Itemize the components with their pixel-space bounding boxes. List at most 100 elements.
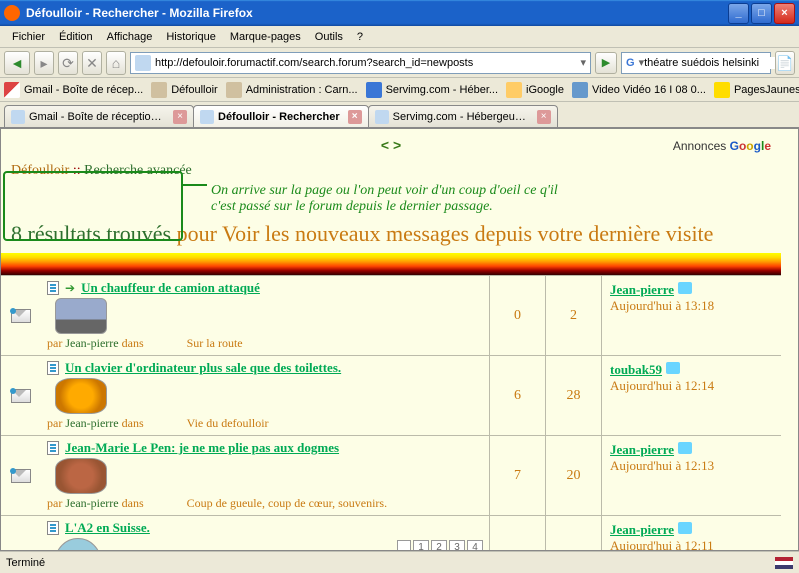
topic-thumbnail (55, 458, 107, 494)
menu-bookmarks[interactable]: Marque-pages (224, 29, 307, 45)
bookmark-admin[interactable]: Administration : Carn... (226, 82, 358, 98)
topic-title-link[interactable]: Jean-Marie Le Pen: je ne me plie pas aux… (65, 440, 339, 456)
pager: 1234 (397, 540, 483, 551)
post-icon (47, 281, 59, 295)
gmail-icon (4, 82, 20, 98)
category-link[interactable]: Sur la route (187, 336, 243, 350)
menu-edit[interactable]: Édition (53, 29, 99, 45)
google-icon: G (626, 57, 635, 69)
locale-flag-icon (775, 557, 793, 569)
back-button[interactable]: ◄ (4, 51, 30, 75)
last-author-link[interactable]: toubak59 (610, 362, 662, 377)
bookmark-gmail[interactable]: Gmail - Boîte de récep... (4, 82, 143, 98)
tab-strip: Gmail - Boîte de réception - defoullor..… (0, 102, 799, 128)
page-link[interactable]: 1 (413, 540, 429, 551)
bookmark-igoogle[interactable]: iGoogle (506, 82, 564, 98)
url-bar[interactable]: ▾ (130, 52, 591, 74)
bookmark-defoulloir[interactable]: Défoulloir (151, 82, 217, 98)
replies-cell: 0 (489, 276, 545, 355)
minimize-button[interactable]: _ (728, 3, 749, 24)
views-cell: 28 (545, 356, 601, 435)
last-author-link[interactable]: Jean-pierre (610, 282, 674, 297)
last-post-time: Aujourd'hui à 13:18 (610, 298, 773, 314)
tab-servimg[interactable]: Servimg.com - Hébergeur gratuit d'ima...… (368, 105, 558, 127)
site-icon (226, 82, 242, 98)
status-text: Terminé (6, 557, 45, 569)
maximize-button[interactable]: □ (751, 3, 772, 24)
tab-label: Défoulloir - Rechercher (218, 111, 340, 123)
goto-last-icon[interactable] (678, 282, 692, 294)
breadcrumb-site[interactable]: Défoulloir (11, 163, 69, 178)
author-link[interactable]: Jean-pierre (65, 336, 118, 350)
tab-close-icon[interactable]: × (348, 110, 362, 124)
search-input[interactable] (644, 57, 786, 69)
last-post-cell: Jean-pierre Aujourd'hui à 12:11 (601, 516, 781, 551)
topic-row: Un clavier d'ordinateur plus sale que de… (1, 355, 781, 435)
breadcrumb: Défoulloir :: Recherche avancée (11, 163, 771, 179)
goto-last-icon[interactable] (678, 522, 692, 534)
tab-defoulloir[interactable]: Défoulloir - Rechercher × (193, 105, 369, 127)
bookmark-label: iGoogle (526, 84, 564, 96)
replies-cell: 7 (489, 436, 545, 515)
stop-button[interactable]: ✕ (82, 51, 102, 75)
page-link[interactable]: 3 (449, 540, 465, 551)
close-button[interactable]: × (774, 3, 795, 24)
forward-button[interactable]: ▸ (34, 51, 54, 75)
page-viewport[interactable]: < > Annonces Google Défoulloir :: Recher… (0, 128, 799, 551)
menu-history[interactable]: Historique (160, 29, 222, 45)
search-box[interactable]: G▾ (621, 52, 771, 74)
goto-last-icon[interactable] (678, 442, 692, 454)
page-link[interactable]: 4 (467, 540, 483, 551)
reload-button[interactable]: ⟳ (58, 51, 78, 75)
home-button[interactable]: ⌂ (106, 51, 126, 75)
post-icon (47, 521, 59, 535)
tab-close-icon[interactable]: × (537, 110, 551, 124)
category-link[interactable]: Coup de gueule, coup de cœur, souvenirs. (187, 496, 387, 510)
topic-title-link[interactable]: Un clavier d'ordinateur plus sale que de… (65, 360, 341, 376)
replies-cell: 51 (489, 516, 545, 551)
goto-last-icon[interactable] (666, 362, 680, 374)
menu-view[interactable]: Affichage (101, 29, 159, 45)
post-icon (47, 441, 59, 455)
bookmark-servimg[interactable]: Servimg.com - Héber... (366, 82, 498, 98)
bookmark-label: Administration : Carn... (246, 84, 358, 96)
topic-title-link[interactable]: Un chauffeur de camion attaqué (81, 280, 260, 296)
envelope-icon (11, 309, 31, 323)
author-link[interactable]: Jean-pierre (65, 496, 118, 510)
reader-icon[interactable]: 📄 (775, 51, 795, 75)
pagesjaunes-icon (714, 82, 730, 98)
arrow-icon: ➔ (65, 281, 75, 296)
author-link[interactable]: Jean-pierre (65, 416, 118, 430)
last-author-link[interactable]: Jean-pierre (610, 442, 674, 457)
url-input[interactable] (155, 57, 580, 69)
result-count: 8 résultats trouvés (11, 221, 171, 246)
site-icon (366, 82, 382, 98)
last-author-link[interactable]: Jean-pierre (610, 522, 674, 537)
page-link[interactable]: 2 (431, 540, 447, 551)
topic-row: ➔ Un chauffeur de camion attaqué par Jea… (1, 275, 781, 355)
tab-gmail[interactable]: Gmail - Boîte de réception - defoullor..… (4, 105, 194, 127)
video-icon (572, 82, 588, 98)
topic-byline: par Jean-pierre dans Vie du defoulloir (47, 416, 483, 431)
status-bar: Terminé (0, 551, 799, 573)
tab-close-icon[interactable]: × (173, 110, 187, 124)
gmail-icon (11, 110, 25, 124)
category-link[interactable]: Vie du defoulloir (187, 416, 269, 430)
tab-label: Gmail - Boîte de réception - defoullor..… (29, 111, 165, 123)
go-button[interactable]: ▶ (595, 52, 617, 74)
last-post-time: Aujourd'hui à 12:14 (610, 378, 773, 394)
bookmark-pagesjaunes[interactable]: PagesJaunes - Accueil (714, 82, 799, 98)
igoogle-icon (506, 82, 522, 98)
window-title: Défoulloir - Rechercher - Mozilla Firefo… (26, 6, 728, 20)
topic-thumbnail (55, 378, 107, 414)
dropdown-icon[interactable]: ▾ (580, 56, 586, 69)
menu-tools[interactable]: Outils (309, 29, 349, 45)
topic-title-link[interactable]: L'A2 en Suisse. (65, 520, 150, 536)
breadcrumb-advanced-search[interactable]: Recherche avancée (84, 163, 192, 178)
menu-help[interactable]: ? (351, 29, 369, 45)
last-post-time: Aujourd'hui à 12:11 (610, 538, 773, 551)
menu-file[interactable]: Fichier (6, 29, 51, 45)
forum-page: < > Annonces Google Défoulloir :: Recher… (1, 129, 781, 551)
bookmark-video[interactable]: Video Vidéo 16 I 08 0... (572, 82, 706, 98)
site-icon (151, 82, 167, 98)
